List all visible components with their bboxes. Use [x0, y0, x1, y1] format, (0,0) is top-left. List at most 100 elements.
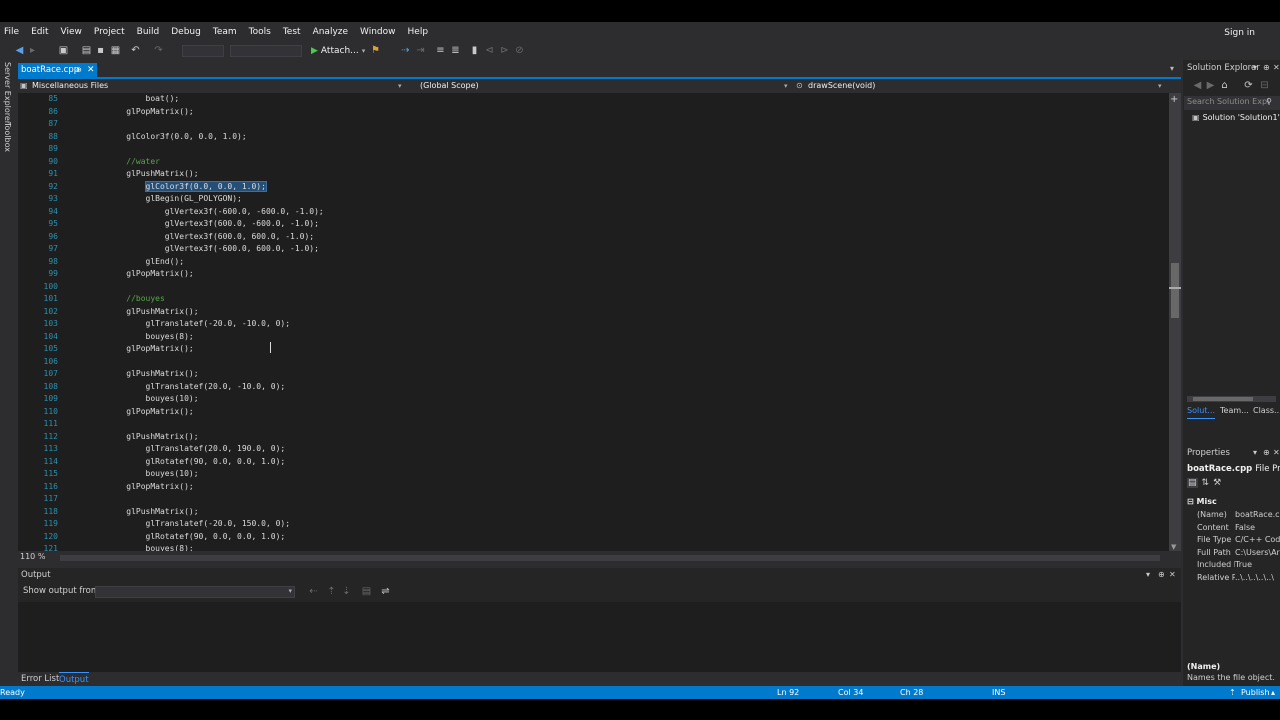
property-pages-icon[interactable]: ⚒	[1213, 478, 1221, 488]
categorized-icon[interactable]: ▤	[1187, 478, 1198, 488]
attach-button[interactable]: ▶ Attach... ▾	[311, 42, 365, 60]
solution-explorer-search[interactable]: Search Solution Expl ⚲	[1184, 96, 1280, 110]
scrollbar-thumb[interactable]	[1171, 263, 1179, 318]
tab-team-explorer[interactable]: Team...	[1220, 404, 1249, 418]
split-editor-icon[interactable]: +	[1170, 95, 1178, 105]
tab-output[interactable]: Output	[59, 672, 89, 687]
output-close-icon[interactable]: ✕	[1169, 568, 1176, 582]
show-output-select[interactable]: ▾	[95, 586, 295, 598]
properties-object-selector[interactable]: boatRace.cppFile Prop	[1187, 464, 1280, 474]
collapse-icon[interactable]: ⊟	[1259, 80, 1270, 91]
prev-bookmark-icon[interactable]: ⊲	[484, 45, 495, 56]
publish-dropdown-icon[interactable]: ▴	[1271, 686, 1275, 699]
line-number: 112	[43, 431, 58, 441]
menu-window[interactable]: Window	[354, 22, 402, 42]
scrollbar-thumb[interactable]	[1193, 397, 1253, 401]
project-dropdown-arrow-icon[interactable]: ▾	[398, 79, 402, 93]
tab-class-view[interactable]: Class...	[1253, 404, 1280, 418]
property-row[interactable]: Content False	[1197, 523, 1255, 532]
step-over-icon[interactable]: ⇥	[415, 45, 426, 56]
menu-edit[interactable]: Edit	[25, 22, 54, 42]
tab-solution-explorer[interactable]: Solut...	[1187, 404, 1216, 419]
new-project-icon[interactable]: ▣	[58, 45, 69, 56]
scroll-down-icon[interactable]: ▼	[1171, 543, 1176, 551]
tree-item-solution[interactable]: ▣ Solution 'Solution1' (	[1192, 113, 1280, 122]
server-explorer-tab[interactable]: Server Explorer	[3, 62, 12, 124]
back-icon[interactable]: ◀	[14, 45, 25, 56]
property-row[interactable]: File TypeC/C++ Code	[1197, 535, 1280, 544]
member-dropdown[interactable]: drawScene(void)	[808, 79, 875, 93]
menu-file[interactable]: File	[0, 22, 25, 42]
solution-explorer-close-icon[interactable]: ✕	[1273, 61, 1280, 75]
property-row[interactable]: Relative P..\..\..\..\..\	[1197, 573, 1274, 582]
scope-dropdown-arrow-icon[interactable]: ▾	[784, 79, 788, 93]
zoom-level[interactable]: 110 %	[20, 552, 45, 561]
project-dropdown[interactable]: Miscellaneous Files	[32, 79, 108, 93]
pin-icon[interactable]: ⊕	[76, 63, 82, 77]
menu-view[interactable]: View	[55, 22, 88, 42]
menu-tools[interactable]: Tools	[243, 22, 277, 42]
sync-icon[interactable]: ⟳	[1243, 80, 1254, 91]
toolbox-tab[interactable]: Toolbox	[3, 122, 12, 152]
menu-team[interactable]: Team	[207, 22, 243, 42]
menu-analyze[interactable]: Analyze	[307, 22, 354, 42]
word-wrap-icon[interactable]: ⇌	[380, 586, 391, 597]
output-title: Output	[21, 570, 51, 580]
solution-platform-select[interactable]	[230, 45, 302, 57]
tab-error-list[interactable]: Error List	[21, 672, 59, 686]
solution-explorer-pin-icon[interactable]: ⊕	[1263, 61, 1270, 75]
publish-up-icon[interactable]: ⇡	[1229, 686, 1236, 699]
forward-icon[interactable]: ▸	[27, 45, 38, 56]
save-icon[interactable]: ▪	[95, 45, 106, 56]
property-row[interactable]: Included ITrue	[1197, 560, 1252, 569]
alphabetical-icon[interactable]: ⇅	[1202, 478, 1210, 488]
status-publish[interactable]: Publish	[1241, 686, 1270, 699]
scope-dropdown[interactable]: (Global Scope)	[420, 79, 479, 93]
save-all-icon[interactable]: ▦	[110, 45, 121, 56]
member-dropdown-arrow-icon[interactable]: ▾	[1158, 79, 1162, 93]
property-category-misc[interactable]: ⊟ Misc	[1187, 497, 1217, 506]
align-right-icon[interactable]: ≣	[450, 45, 461, 56]
solution-explorer-scrollbar[interactable]	[1187, 396, 1276, 402]
properties-dropdown-icon[interactable]: ▾	[1253, 446, 1257, 460]
next-message-icon[interactable]: ⇣	[341, 586, 352, 597]
find-message-icon[interactable]: ⇠	[308, 586, 319, 597]
output-dropdown-icon[interactable]: ▾	[1146, 568, 1150, 582]
tab-overflow-icon[interactable]: ▾	[1170, 64, 1174, 73]
output-text-area[interactable]	[18, 602, 1181, 672]
clear-all-icon[interactable]: ▤	[361, 586, 372, 597]
close-icon[interactable]: ✕	[87, 63, 95, 77]
editor-vertical-scrollbar[interactable]: + ▼	[1169, 93, 1181, 551]
se-forward-icon[interactable]: ▶	[1205, 80, 1216, 91]
properties-close-icon[interactable]: ✕	[1273, 446, 1280, 460]
solution-configuration-select[interactable]	[182, 45, 224, 57]
property-row[interactable]: Full Path C:\Users\Ara	[1197, 548, 1280, 557]
sign-in-link[interactable]: Sign in	[1224, 22, 1255, 44]
bookmark-icon[interactable]: ▮	[469, 45, 480, 56]
code-editor[interactable]: 85 86 87 88 89 90 91 92 93 94 95 96 97 98 99 100 101 102 1…	[18, 93, 1169, 551]
undo-icon[interactable]: ↶	[130, 45, 141, 56]
document-tab-boatrace[interactable]: boatRace.cpp ⊕ ✕	[18, 63, 97, 77]
navigation-bar: ▣ Miscellaneous Files ▾ (Global Scope) ▾…	[18, 79, 1181, 93]
open-file-icon[interactable]: ▤	[81, 45, 92, 56]
solution-explorer-dropdown-icon[interactable]: ▾	[1253, 61, 1257, 75]
editor-horizontal-scrollbar[interactable]	[60, 555, 1160, 561]
se-back-icon[interactable]: ◀	[1192, 80, 1203, 91]
step-icon[interactable]: ⇢	[400, 45, 411, 56]
find-in-files-icon[interactable]: ⚑	[370, 45, 381, 56]
menu-build[interactable]: Build	[131, 22, 166, 42]
properties-pin-icon[interactable]: ⊕	[1263, 446, 1270, 460]
clear-bookmarks-icon[interactable]: ⊘	[514, 45, 525, 56]
menu-test[interactable]: Test	[277, 22, 307, 42]
home-icon[interactable]: ⌂	[1219, 80, 1230, 91]
property-row[interactable]: (Name) boatRace.cpp	[1197, 510, 1280, 519]
menu-help[interactable]: Help	[402, 22, 435, 42]
output-pin-icon[interactable]: ⊕	[1158, 568, 1165, 582]
menu-project[interactable]: Project	[88, 22, 131, 42]
align-left-icon[interactable]: ≡	[435, 45, 446, 56]
next-bookmark-icon[interactable]: ⊳	[499, 45, 510, 56]
line-number: 95	[48, 219, 58, 228]
menu-debug[interactable]: Debug	[165, 22, 207, 42]
redo-icon[interactable]: ↷	[153, 45, 164, 56]
prev-message-icon[interactable]: ⇡	[326, 586, 337, 597]
